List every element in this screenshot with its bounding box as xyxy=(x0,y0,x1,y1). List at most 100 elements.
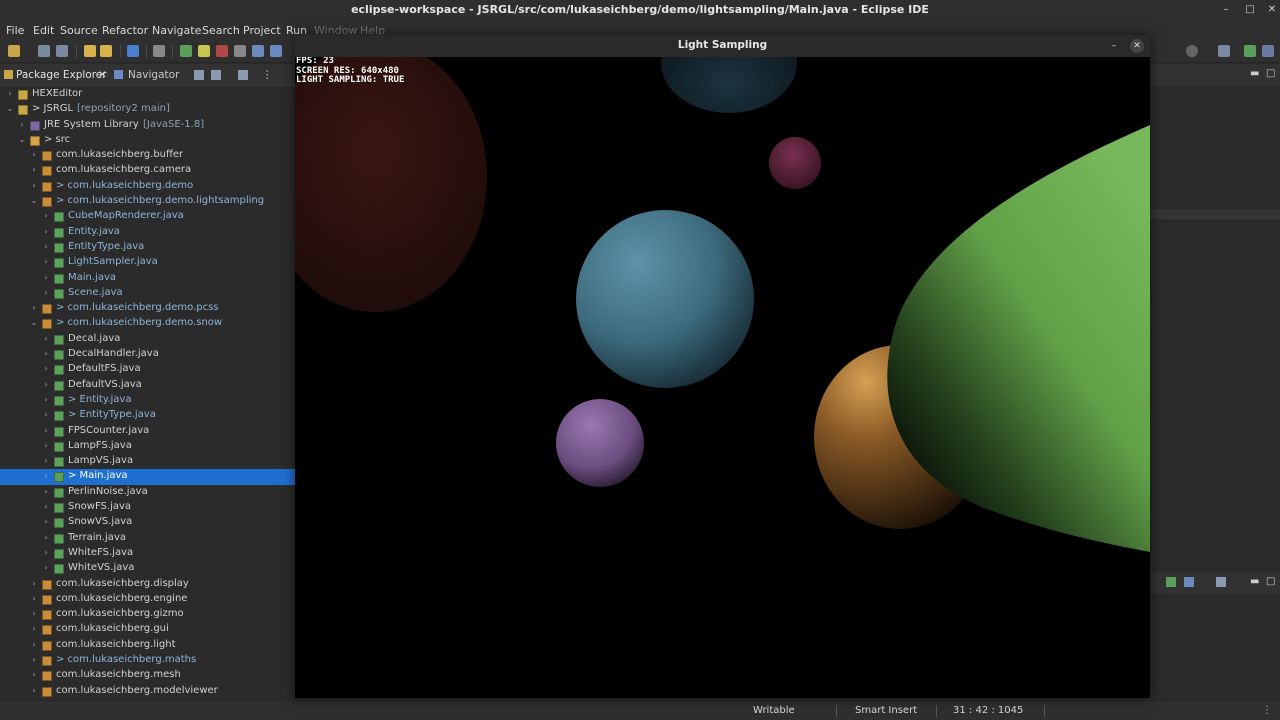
chevron-right-icon[interactable]: › xyxy=(42,456,50,465)
chevron-down-icon[interactable]: ⌄ xyxy=(30,318,38,327)
tree-item[interactable]: › DefaultFS.java xyxy=(0,362,295,377)
tree-item[interactable]: › com.lukaseichberg.camera xyxy=(0,163,295,178)
skip-breakpoints-icon[interactable] xyxy=(153,45,165,57)
chevron-right-icon[interactable]: › xyxy=(42,441,50,450)
step-over-icon[interactable] xyxy=(270,45,282,57)
tree-item[interactable]: › > Entity.java xyxy=(0,393,295,408)
tree-item[interactable]: › DecalHandler.java xyxy=(0,347,295,362)
tree-item[interactable]: › com.lukaseichberg.engine xyxy=(0,592,295,607)
tree-item[interactable]: › > com.lukaseichberg.maths xyxy=(0,653,295,668)
close-icon[interactable]: ✕ xyxy=(1264,2,1280,18)
display-console-icon[interactable] xyxy=(1184,577,1194,587)
chevron-right-icon[interactable]: › xyxy=(30,655,38,664)
tree-item[interactable]: › LampVS.java xyxy=(0,454,295,469)
menu-project[interactable]: Project xyxy=(243,24,281,37)
tree-item[interactable]: › LampFS.java xyxy=(0,439,295,454)
menu-refactor[interactable]: Refactor xyxy=(102,24,148,37)
debug-perspective-icon[interactable] xyxy=(1262,45,1274,57)
chevron-right-icon[interactable]: › xyxy=(30,670,38,679)
chevron-right-icon[interactable]: › xyxy=(6,89,14,98)
tree-item[interactable]: › com.lukaseichberg.mesh xyxy=(0,668,295,683)
light-sampling-titlebar[interactable]: Light Sampling – ✕ xyxy=(295,35,1150,57)
chevron-right-icon[interactable]: › xyxy=(18,120,26,129)
menu-source[interactable]: Source xyxy=(60,24,98,37)
menu-file[interactable]: File xyxy=(6,24,24,37)
tree-item[interactable]: › WhiteVS.java xyxy=(0,561,295,576)
chevron-right-icon[interactable]: › xyxy=(30,165,38,174)
tree-item[interactable]: › HEXEditor xyxy=(0,87,295,102)
link-editor-icon[interactable] xyxy=(211,70,221,80)
chevron-right-icon[interactable]: › xyxy=(30,150,38,159)
new-icon[interactable] xyxy=(8,45,20,57)
tree-item[interactable]: › SnowVS.java xyxy=(0,515,295,530)
maximize-icon[interactable]: □ xyxy=(1242,2,1258,18)
open-console-icon[interactable] xyxy=(1216,577,1226,587)
maximize-view-icon[interactable]: □ xyxy=(1266,68,1275,79)
minimize-icon[interactable]: – xyxy=(1218,2,1234,18)
chevron-right-icon[interactable]: › xyxy=(42,548,50,557)
chevron-right-icon[interactable]: › xyxy=(30,609,38,618)
disconnect-icon[interactable] xyxy=(234,45,246,57)
tree-item[interactable]: › com.lukaseichberg.buffer xyxy=(0,148,295,163)
chevron-right-icon[interactable]: › xyxy=(42,487,50,496)
filter-icon[interactable] xyxy=(238,70,248,80)
tree-item[interactable]: › CubeMapRenderer.java xyxy=(0,209,295,224)
chevron-right-icon[interactable]: › xyxy=(42,517,50,526)
menu-navigate[interactable]: Navigate xyxy=(152,24,201,37)
tree-item[interactable]: › WhiteFS.java xyxy=(0,546,295,561)
console-icon[interactable] xyxy=(127,45,139,57)
status-menu-icon[interactable]: ⋮ xyxy=(1262,705,1272,716)
suspend-icon[interactable] xyxy=(198,45,210,57)
chevron-right-icon[interactable]: › xyxy=(42,563,50,572)
tree-item[interactable]: › FPSCounter.java xyxy=(0,424,295,439)
tree-item[interactable]: ⌄ > JSRGL [repository2 main] xyxy=(0,102,295,117)
tab-package-explorer[interactable]: Package Explorer xyxy=(16,69,107,81)
render-viewport[interactable]: FPS: 23 SCREEN RES: 640x480 LIGHT SAMPLI… xyxy=(295,57,1150,698)
chevron-right-icon[interactable]: › xyxy=(42,426,50,435)
tree-item[interactable]: › com.lukaseichberg.gizmo xyxy=(0,607,295,622)
chevron-down-icon[interactable]: ⌄ xyxy=(6,104,14,113)
search-icon[interactable] xyxy=(1186,45,1198,57)
minimize-console-icon[interactable]: ▬ xyxy=(1250,576,1259,587)
step-into-icon[interactable] xyxy=(252,45,264,57)
tree-item[interactable]: › > com.lukaseichberg.demo xyxy=(0,179,295,194)
tree-item[interactable]: › com.lukaseichberg.light xyxy=(0,638,295,653)
tree-item[interactable]: › Terrain.java xyxy=(0,531,295,546)
redo-icon[interactable] xyxy=(100,45,112,57)
light-window-close-icon[interactable]: ✕ xyxy=(1130,39,1144,53)
chevron-right-icon[interactable]: › xyxy=(42,410,50,419)
save-all-icon[interactable] xyxy=(56,45,68,57)
menu-edit[interactable]: Edit xyxy=(33,24,54,37)
menu-search[interactable]: Search xyxy=(202,24,240,37)
chevron-right-icon[interactable]: › xyxy=(42,349,50,358)
tree-item[interactable]: ⌄ > com.lukaseichberg.demo.snow xyxy=(0,316,295,331)
open-perspective-icon[interactable] xyxy=(1218,45,1230,57)
light-sampling-window[interactable]: Light Sampling – ✕ FPS: 23 SCREEN RES: 6… xyxy=(295,35,1150,698)
terminate-icon[interactable] xyxy=(216,45,228,57)
tab-close-icon[interactable]: ✕ xyxy=(98,69,107,81)
minimize-view-icon[interactable]: ▬ xyxy=(1250,68,1259,79)
tree-item[interactable]: › Main.java xyxy=(0,271,295,286)
java-perspective-icon[interactable] xyxy=(1244,45,1256,57)
tree-item[interactable]: › com.lukaseichberg.gui xyxy=(0,622,295,637)
collapse-all-icon[interactable] xyxy=(194,70,204,80)
tree-item[interactable]: › com.lukaseichberg.modelviewer xyxy=(0,684,295,699)
chevron-right-icon[interactable]: › xyxy=(42,380,50,389)
chevron-right-icon[interactable]: › xyxy=(42,395,50,404)
chevron-down-icon[interactable]: ⌄ xyxy=(18,135,26,144)
chevron-right-icon[interactable]: › xyxy=(30,686,38,695)
chevron-right-icon[interactable]: › xyxy=(30,303,38,312)
console-icon[interactable] xyxy=(1166,577,1176,587)
tree-item[interactable]: › Scene.java xyxy=(0,286,295,301)
tree-item[interactable]: › PerlinNoise.java xyxy=(0,485,295,500)
chevron-right-icon[interactable]: › xyxy=(42,334,50,343)
chevron-right-icon[interactable]: › xyxy=(42,227,50,236)
chevron-right-icon[interactable]: › xyxy=(42,471,50,480)
chevron-right-icon[interactable]: › xyxy=(30,640,38,649)
tree-item[interactable]: ⌄ > src xyxy=(0,133,295,148)
chevron-right-icon[interactable]: › xyxy=(30,181,38,190)
tree-item[interactable]: › Entity.java xyxy=(0,225,295,240)
tree-item[interactable]: ⌄ > com.lukaseichberg.demo.lightsampling xyxy=(0,194,295,209)
tree-item[interactable]: › > EntityType.java xyxy=(0,408,295,423)
chevron-right-icon[interactable]: › xyxy=(30,579,38,588)
